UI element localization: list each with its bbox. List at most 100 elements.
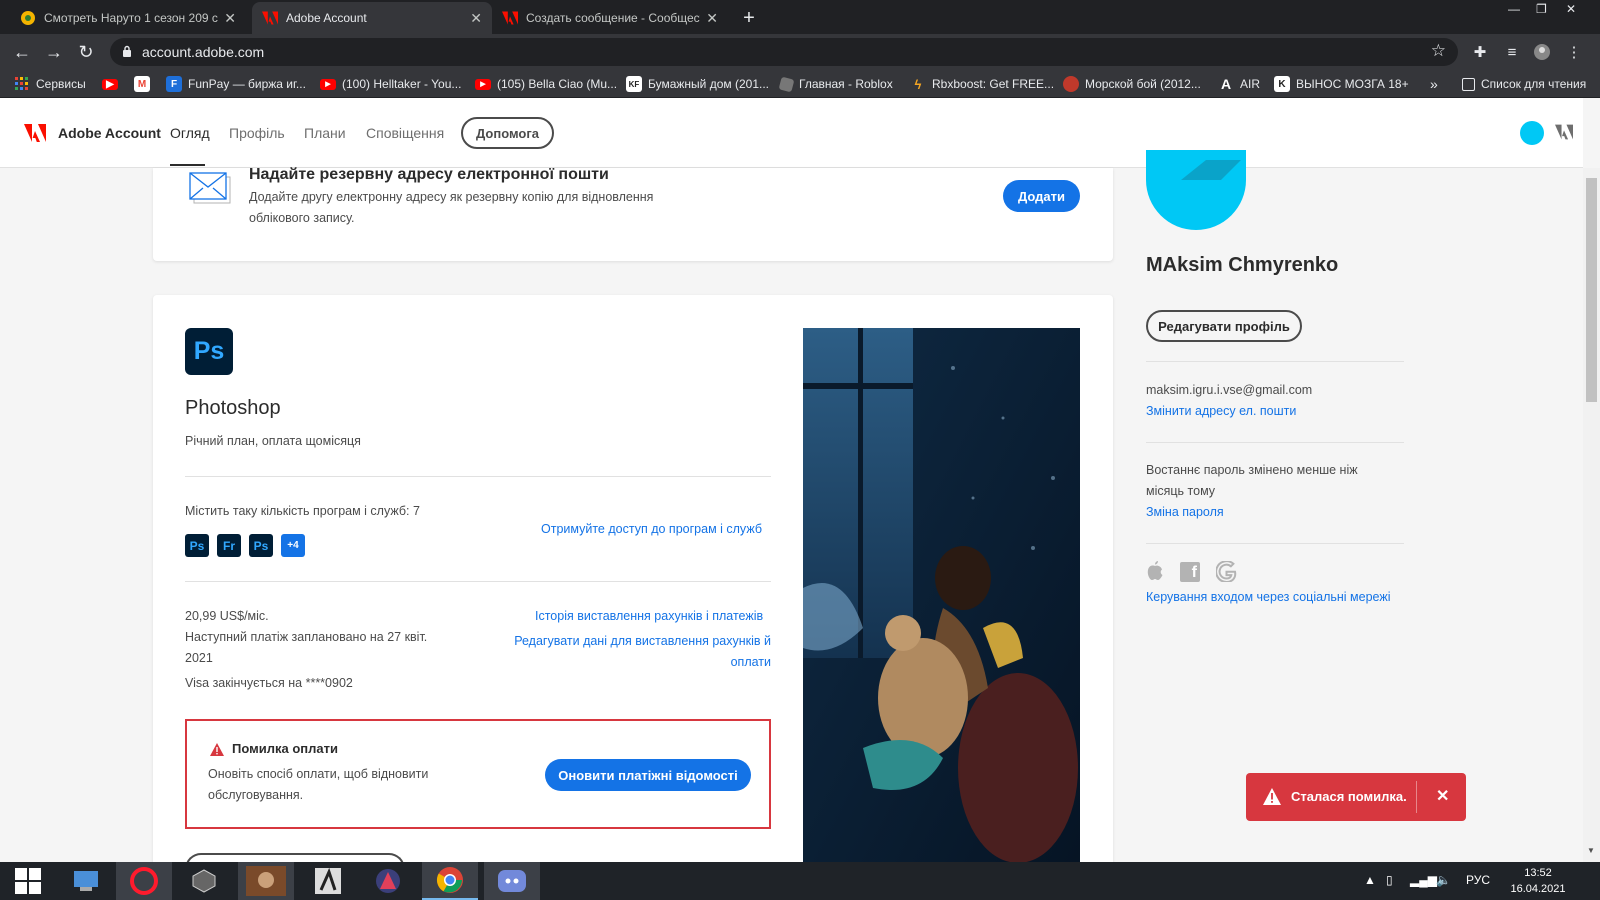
add-email-button[interactable]: Додати bbox=[1003, 180, 1080, 212]
bookmark-vynos-mozga[interactable]: K ВЫНОС МОЗГА 18+ bbox=[1274, 75, 1409, 93]
nav-overview[interactable]: Огляд bbox=[170, 125, 210, 141]
maximize-button[interactable]: ❐ bbox=[1536, 0, 1547, 18]
app-icon-label: +4 bbox=[287, 540, 299, 551]
bookmark-services[interactable]: Сервисы bbox=[14, 75, 86, 93]
bookmark-helltaker[interactable]: ▶ (100) Helltaker - You... bbox=[320, 75, 461, 93]
payment-error-text-2: обслуговування. bbox=[208, 788, 304, 802]
media-control-icon[interactable]: ≡ bbox=[1500, 40, 1524, 64]
social-login-link[interactable]: Керування входом через соціальні мережі bbox=[1146, 587, 1390, 608]
profile-avatar-icon[interactable] bbox=[1530, 40, 1554, 64]
address-bar[interactable]: account.adobe.com ☆ bbox=[110, 38, 1458, 66]
chrome-icon[interactable] bbox=[422, 862, 478, 900]
fresco-app-icon[interactable]: Fr bbox=[217, 534, 241, 557]
bookmark-star-icon[interactable]: ☆ bbox=[1431, 41, 1446, 61]
tray-expand-icon[interactable]: ▲ bbox=[1364, 873, 1376, 887]
windows-start-icon[interactable] bbox=[0, 862, 56, 900]
change-password-link[interactable]: Зміна пароля bbox=[1146, 502, 1224, 523]
bookmark-paper-house[interactable]: KF Бумажный дом (201... bbox=[626, 75, 769, 93]
forward-arrow-icon[interactable]: → bbox=[42, 40, 66, 64]
bookmark-gmail[interactable]: M bbox=[134, 75, 156, 93]
discord-icon[interactable] bbox=[484, 862, 540, 900]
envelope-icon bbox=[189, 172, 231, 204]
adobe-apps-icon[interactable] bbox=[1555, 124, 1573, 140]
window-close-button[interactable]: ✕ bbox=[1566, 0, 1576, 18]
bookmark-air[interactable]: A AIR bbox=[1218, 75, 1260, 93]
tab-title: Создать сообщение - Сообщество bbox=[526, 11, 701, 25]
reload-icon[interactable]: ↻ bbox=[74, 40, 98, 64]
access-apps-link[interactable]: Отримуйте доступ до програм і служб bbox=[541, 519, 762, 540]
scrollbar-thumb[interactable] bbox=[1586, 178, 1597, 402]
app-icon-label: Ps bbox=[189, 538, 205, 553]
bookmark-youtube[interactable]: ▶ bbox=[102, 75, 124, 93]
browser-tab-create-message[interactable]: Создать сообщение - Сообщество ✕ bbox=[492, 2, 728, 34]
more-bookmarks-button[interactable]: » bbox=[1430, 75, 1438, 93]
photoshop-hero-image bbox=[803, 328, 1080, 863]
nav-profile[interactable]: Профіль bbox=[229, 125, 285, 141]
bookmark-battleship[interactable]: Морской бой (2012... bbox=[1063, 75, 1201, 93]
youtube-icon: ▶ bbox=[475, 78, 491, 90]
nav-plans[interactable]: Плани bbox=[304, 125, 346, 141]
toast-close-button[interactable]: ✕ bbox=[1436, 786, 1449, 806]
bookmark-bella-ciao[interactable]: ▶ (105) Bella Ciao (Mu... bbox=[475, 75, 617, 93]
billing-history-link[interactable]: Історія виставлення рахунків і платежів bbox=[535, 606, 763, 627]
photoshop-express-app-icon[interactable]: Ps bbox=[249, 534, 273, 557]
network-signal-icon[interactable]: ▂▄▆ bbox=[1410, 873, 1437, 887]
more-apps-badge[interactable]: +4 bbox=[281, 534, 305, 557]
divider bbox=[1146, 361, 1404, 362]
back-arrow-icon[interactable]: ← bbox=[10, 40, 34, 64]
reading-list-button[interactable]: Список для чтения bbox=[1462, 75, 1586, 93]
bookmark-roblox[interactable]: Главная - Roblox bbox=[778, 75, 893, 93]
browser-tab-adobe-account[interactable]: Adobe Account ✕ bbox=[252, 2, 492, 34]
scroll-down-arrow-icon[interactable]: ▼ bbox=[1587, 846, 1595, 855]
edit-billing-link-2[interactable]: оплати bbox=[706, 652, 771, 673]
payment-error-text: Оновіть спосіб оплати, щоб відновити bbox=[208, 767, 429, 781]
menu-kebab-icon[interactable]: ⋮ bbox=[1562, 40, 1586, 64]
toast-message: Сталася помилка. bbox=[1291, 789, 1407, 804]
bookmark-rbxboost[interactable]: ϟ Rbxboost: Get FREE... bbox=[910, 75, 1055, 93]
facebook-icon: f bbox=[1180, 562, 1200, 582]
warning-icon bbox=[1263, 788, 1281, 805]
battery-icon[interactable]: ▯ bbox=[1386, 873, 1393, 887]
browser-tab-naruto[interactable]: Смотреть Наруто 1 сезон 209 серия ✕ bbox=[10, 2, 246, 34]
adobe-logo-icon[interactable] bbox=[24, 124, 46, 142]
reading-list-icon bbox=[1462, 77, 1475, 91]
divider bbox=[1146, 543, 1404, 544]
bookmark-label: (105) Bella Ciao (Mu... bbox=[497, 77, 618, 91]
password-changed-text-2: місяць тому bbox=[1146, 484, 1216, 498]
volume-icon[interactable]: 🔈 bbox=[1436, 873, 1451, 887]
close-icon[interactable]: ✕ bbox=[470, 10, 482, 27]
edit-profile-button[interactable]: Редагувати профіль bbox=[1146, 310, 1302, 342]
minimize-button[interactable]: — bbox=[1508, 0, 1520, 18]
edit-billing-link[interactable]: Редагувати дані для виставлення рахунків… bbox=[506, 631, 771, 652]
brand-title[interactable]: Adobe Account bbox=[58, 125, 161, 141]
change-email-link[interactable]: Змінити адресу ел. пошти bbox=[1146, 401, 1296, 422]
close-icon[interactable]: ✕ bbox=[224, 10, 236, 27]
close-icon[interactable]: ✕ bbox=[706, 10, 718, 27]
file-explorer-icon[interactable] bbox=[58, 862, 114, 900]
counterstrike-app-icon[interactable] bbox=[300, 862, 356, 900]
game-app-icon[interactable] bbox=[238, 862, 294, 900]
help-button[interactable]: Допомога bbox=[461, 117, 554, 149]
game-launcher-icon[interactable] bbox=[360, 862, 416, 900]
extensions-puzzle-icon[interactable]: ✚ bbox=[1468, 40, 1492, 64]
world-of-tanks-icon[interactable] bbox=[176, 862, 232, 900]
language-indicator[interactable]: РУС bbox=[1466, 873, 1490, 887]
avatar[interactable] bbox=[1146, 150, 1246, 230]
new-tab-button[interactable]: + bbox=[736, 5, 762, 31]
card-info-text: Visa закінчується на ****0902 bbox=[185, 676, 353, 690]
bookmark-funpay[interactable]: F FunPay — биржа иг... bbox=[166, 75, 306, 93]
youtube-icon: ▶ bbox=[320, 78, 336, 90]
avatar[interactable] bbox=[1520, 121, 1544, 145]
error-toast: Сталася помилка. ✕ bbox=[1246, 773, 1466, 821]
nav-notifications[interactable]: Сповіщення bbox=[366, 125, 444, 141]
apps-grid-icon bbox=[14, 76, 30, 92]
nav-active-indicator bbox=[170, 164, 205, 166]
photoshop-app-icon[interactable]: Ps bbox=[185, 534, 209, 557]
app-icon-label: Ps bbox=[253, 538, 269, 553]
kinogo-icon: KF bbox=[626, 76, 642, 92]
url-text: account.adobe.com bbox=[142, 44, 265, 60]
update-payment-button[interactable]: Оновити платіжні відомості bbox=[545, 759, 751, 791]
opera-icon[interactable] bbox=[116, 862, 172, 900]
taskbar-clock[interactable]: 13:52 16.04.2021 bbox=[1503, 865, 1573, 897]
gmail-icon: M bbox=[134, 76, 150, 92]
